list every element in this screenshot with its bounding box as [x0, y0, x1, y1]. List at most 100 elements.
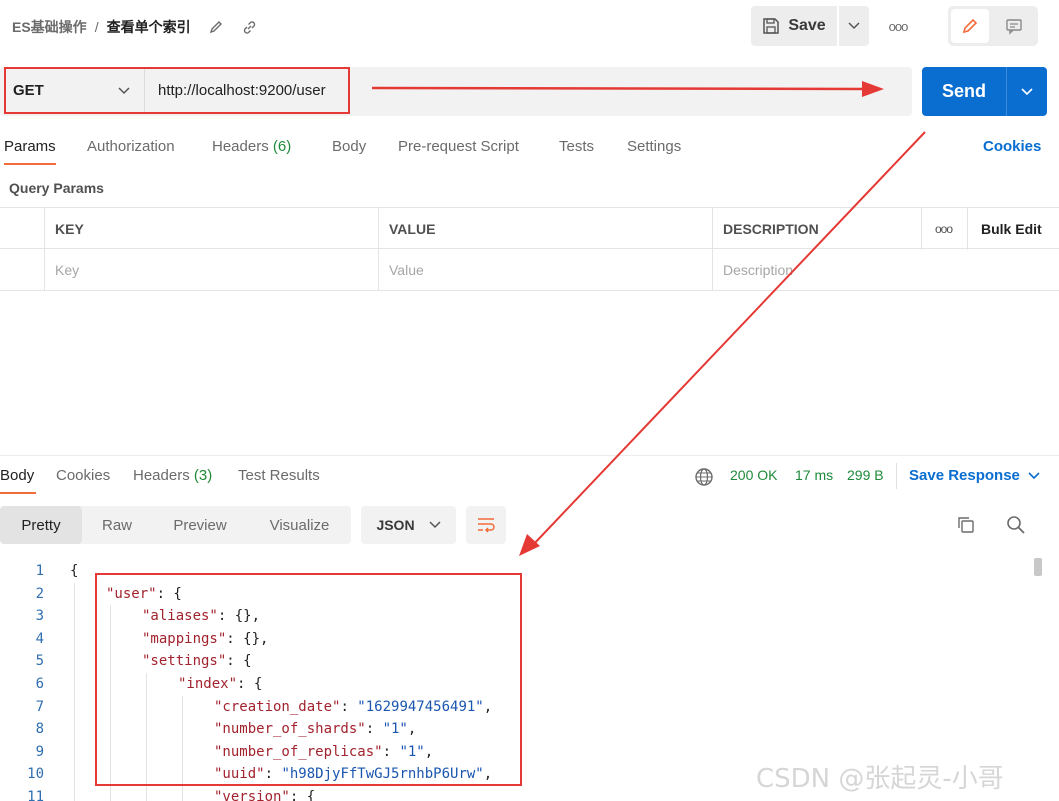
tab-label: Body [332, 138, 367, 155]
save-icon [763, 18, 780, 34]
wrap-icon [478, 518, 495, 533]
save-dropdown-button[interactable] [839, 6, 869, 46]
line-number: 10 [27, 766, 44, 783]
line-number: 4 [35, 630, 44, 647]
tab-label: Params [4, 138, 56, 155]
tab-label: Authorization [87, 138, 175, 155]
active-tab-indicator [0, 492, 36, 494]
wrap-lines-button[interactable] [466, 506, 506, 544]
tab-settings[interactable]: Settings [627, 138, 681, 155]
request-title[interactable]: 查看单个索引 [107, 17, 191, 37]
chevron-down-icon [429, 521, 441, 529]
tab-label: Headers [212, 138, 269, 155]
line-number: 5 [35, 653, 44, 670]
code-text: "version": { [214, 786, 315, 801]
tab-pre-request-script[interactable]: Pre-request Script [398, 138, 519, 155]
indent-guide [74, 582, 75, 801]
response-time[interactable]: 17 ms [795, 467, 833, 483]
description-input[interactable]: Description [712, 249, 1059, 291]
format-pretty[interactable]: Pretty [0, 506, 82, 544]
format-raw[interactable]: Raw [82, 506, 152, 544]
language-select[interactable]: JSON [361, 506, 456, 544]
chevron-down-icon [1028, 471, 1040, 479]
response-tab-cookies[interactable]: Cookies [56, 467, 110, 484]
annotation-box-response [95, 573, 522, 786]
table-row: Key Value Description [0, 249, 1059, 291]
copy-icon[interactable] [956, 515, 976, 535]
table-header-row: KEY VALUE DESCRIPTION ooo Bulk Edit [0, 207, 1059, 250]
save-label: Save [788, 17, 826, 34]
format-visualize[interactable]: Visualize [248, 506, 351, 544]
line-number: 6 [35, 676, 44, 692]
tab-label: Cookies [56, 467, 111, 484]
line-number: 9 [35, 743, 44, 760]
column-header-value: VALUE [378, 208, 712, 250]
column-header-description: DESCRIPTION [712, 208, 921, 250]
tab-label: Settings [627, 138, 682, 155]
breadcrumb: ES基础操作 / 查看单个索引 [12, 16, 259, 38]
query-params-title: Query Params [9, 180, 104, 196]
table-more-button[interactable]: ooo [921, 208, 967, 250]
scrollbar-thumb[interactable] [1034, 558, 1042, 576]
more-actions-button[interactable]: ooo [884, 14, 912, 38]
tab-count: (3) [193, 467, 213, 484]
format-preview[interactable]: Preview [152, 506, 248, 544]
save-group: Save [751, 6, 869, 46]
response-tab-body[interactable]: Body [0, 467, 34, 484]
status-code[interactable]: 200 OK [730, 467, 777, 483]
chevron-down-icon [848, 22, 860, 30]
line-number: 1 [35, 563, 44, 579]
response-tab-test-results[interactable]: Test Results [238, 467, 320, 484]
watermark: CSDN @张起灵-小哥 [756, 764, 1004, 794]
tab-label: Pre-request Script [398, 138, 519, 155]
send-button[interactable]: Send [922, 67, 1006, 116]
tab-label: Test Results [238, 467, 320, 484]
chevron-down-icon [1021, 87, 1033, 95]
params-table: KEY VALUE DESCRIPTION ooo Bulk Edit Key … [0, 207, 1059, 291]
format-tabs: Pretty Raw Preview Visualize [0, 506, 351, 544]
key-input[interactable]: Key [44, 249, 378, 291]
tab-label: Tests [559, 138, 595, 155]
row-checkbox-col [0, 208, 44, 250]
tab-headers[interactable]: Headers (6) [212, 138, 291, 155]
line-number: 2 [35, 585, 44, 602]
tab-tests[interactable]: Tests [559, 138, 594, 155]
mode-switch [948, 6, 1038, 46]
language-value: JSON [376, 517, 415, 533]
search-icon[interactable] [1006, 515, 1026, 535]
save-button[interactable]: Save [751, 6, 837, 46]
response-size[interactable]: 299 B [847, 467, 884, 483]
breadcrumb-separator: / [94, 19, 99, 35]
line-number: 3 [35, 608, 44, 625]
send-dropdown-button[interactable] [1007, 67, 1047, 116]
tab-label: Body [0, 467, 35, 484]
line-number: 8 [35, 721, 44, 738]
tab-count: (6) [272, 138, 292, 155]
link-icon[interactable] [241, 18, 259, 36]
bulk-edit-button[interactable]: Bulk Edit [967, 208, 1059, 250]
save-response-button[interactable]: Save Response [909, 467, 1040, 484]
comment-icon [1006, 19, 1022, 35]
row-checkbox-col [0, 249, 44, 291]
column-header-key: KEY [44, 208, 378, 250]
tab-authorization[interactable]: Authorization [87, 138, 175, 155]
line-number: 11 [27, 789, 44, 801]
code-text: { [70, 560, 78, 583]
response-divider[interactable] [0, 455, 1059, 456]
edit-mode-button[interactable] [951, 9, 989, 43]
json-punctuation: : { [289, 789, 316, 801]
active-tab-indicator [4, 163, 56, 165]
tab-params[interactable]: Params [4, 138, 56, 155]
pencil-icon[interactable] [207, 18, 225, 36]
cookies-link[interactable]: Cookies [983, 138, 1041, 155]
value-input[interactable]: Value [378, 249, 712, 291]
tab-label: Headers [133, 467, 190, 484]
globe-icon[interactable] [694, 467, 714, 487]
annotation-box-request [4, 67, 350, 114]
status-divider [896, 463, 897, 489]
scrollbar-track[interactable] [1034, 558, 1042, 801]
breadcrumb-collection[interactable]: ES基础操作 [12, 17, 87, 37]
response-tab-headers[interactable]: Headers (3) [133, 467, 212, 484]
comments-button[interactable] [995, 9, 1033, 43]
tab-body[interactable]: Body [332, 138, 366, 155]
